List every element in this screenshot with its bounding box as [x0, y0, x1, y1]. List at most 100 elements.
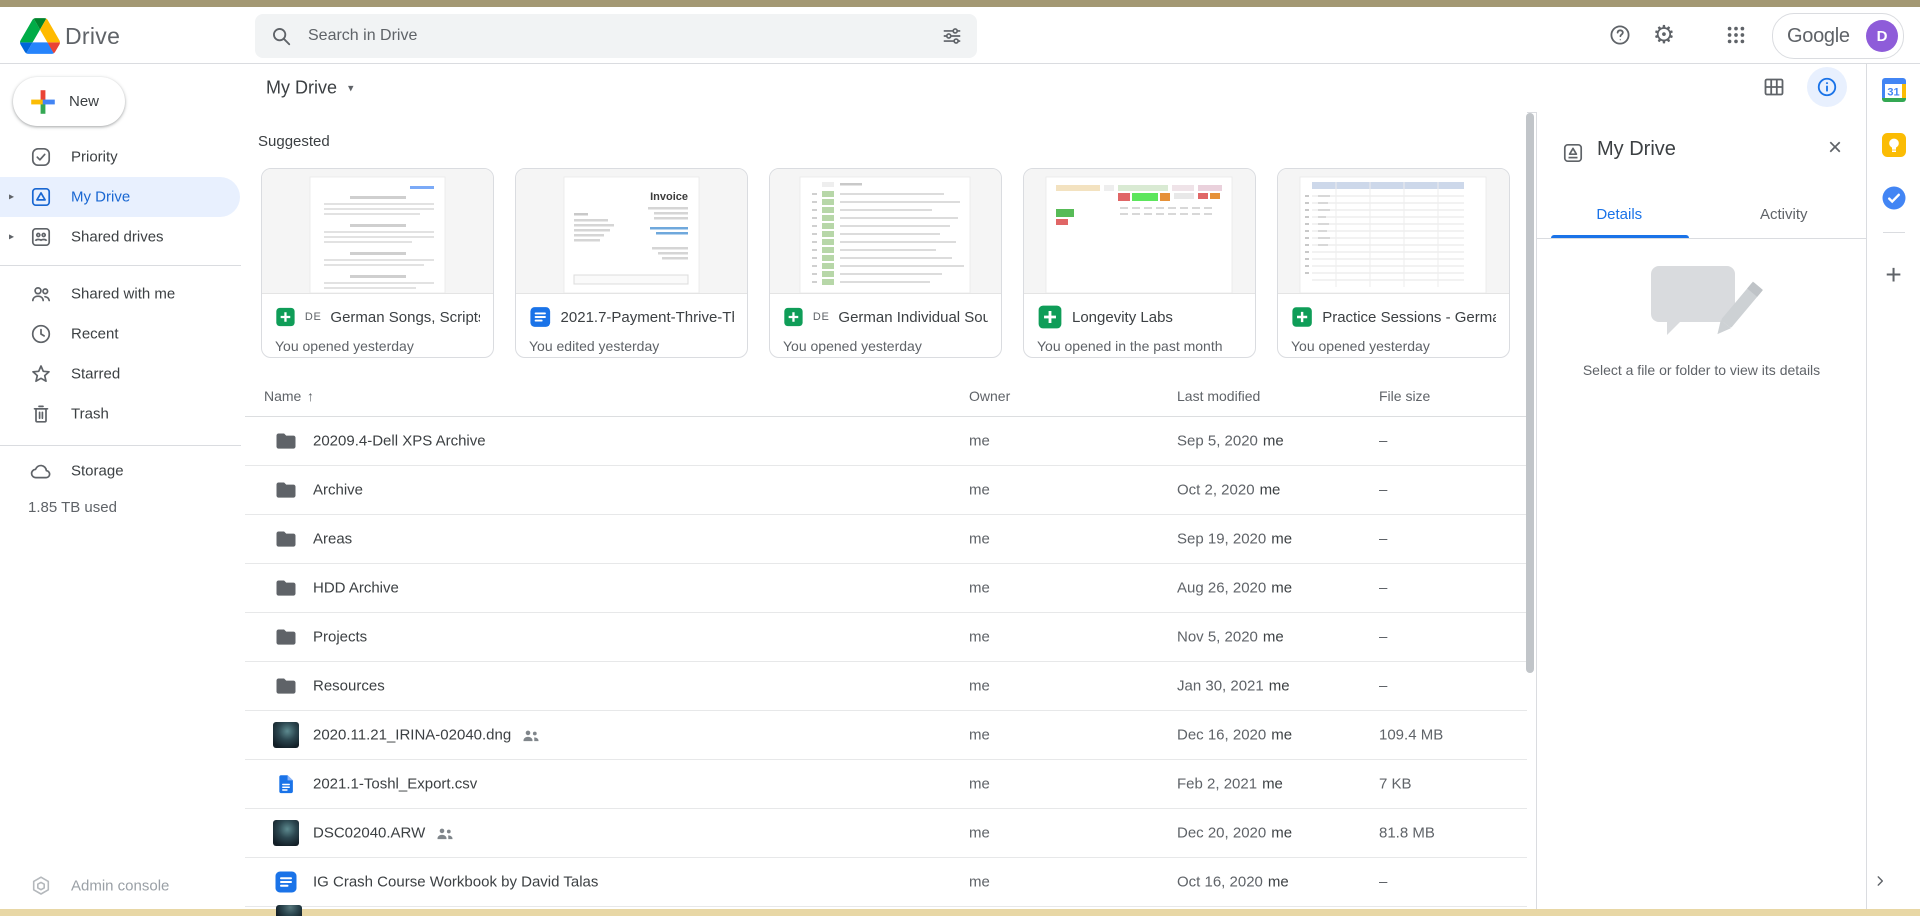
sidebar-item-trash[interactable]: Trash — [0, 394, 240, 434]
file-size: 109.4 MB — [1379, 727, 1443, 744]
file-row[interactable]: 20209.4-Dell XPS Archive me Sep 5, 2020m… — [245, 417, 1527, 466]
file-icon — [272, 770, 300, 798]
sheets-icon — [275, 304, 296, 330]
app-title: Drive — [65, 23, 120, 50]
svg-text:31: 31 — [1887, 87, 1899, 99]
card-title: 2021.7-Payment-Thrive-The... — [561, 309, 734, 326]
expand-arrow-icon[interactable]: ▸ — [9, 192, 14, 203]
sheets-icon — [1037, 304, 1063, 330]
breadcrumb[interactable]: My Drive ▾ — [266, 77, 354, 98]
sidebar-item-recent[interactable]: Recent — [0, 314, 240, 354]
file-modified: Sep 19, 2020me — [1177, 531, 1292, 548]
sidebar-item-storage[interactable]: Storage — [0, 451, 240, 491]
suggested-card[interactable]: DE German Individual Sound ... You opene… — [769, 168, 1002, 358]
tab-details[interactable]: Details — [1537, 198, 1702, 238]
sidebar-item-label: Storage — [71, 463, 124, 480]
suggested-heading: Suggested — [258, 133, 330, 150]
file-row[interactable]: 2020.11.21_IRINA-02040.dng me Dec 16, 20… — [245, 711, 1527, 760]
file-size: – — [1379, 482, 1387, 499]
search-icon[interactable] — [270, 25, 292, 47]
sidebar-item-my-drive[interactable]: ▸ My Drive — [0, 177, 240, 217]
file-size: – — [1379, 874, 1387, 891]
file-name: 2020.11.21_IRINA-02040.dng — [313, 727, 511, 744]
window-frame-strip-top — [0, 0, 1920, 7]
cloud-icon — [29, 459, 53, 483]
add-addon-icon[interactable]: + — [1885, 261, 1901, 289]
help-icon — [1608, 23, 1632, 47]
account-pill[interactable]: Google D — [1772, 13, 1904, 59]
grid-view-button[interactable] — [1754, 67, 1794, 107]
apps-grid-icon — [1725, 24, 1747, 46]
location-toolbar: My Drive ▾ — [245, 63, 1866, 113]
google-apps-button[interactable] — [1714, 13, 1758, 57]
sort-arrow-up-icon[interactable]: ↑ — [307, 388, 314, 404]
file-name: HDD Archive — [313, 580, 399, 597]
folder-icon — [272, 427, 300, 455]
new-button-label: New — [69, 93, 99, 110]
rail-divider — [1883, 232, 1905, 233]
card-thumbnail — [1024, 169, 1255, 293]
search-options-tune-icon[interactable] — [941, 25, 963, 47]
file-owner: me — [969, 629, 990, 646]
close-icon[interactable]: × — [1828, 136, 1842, 160]
settings-button[interactable]: ⚙ — [1642, 13, 1686, 57]
my-drive-icon — [29, 185, 53, 209]
sidebar-item-shared-drives[interactable]: ▸ Shared drives — [0, 217, 240, 257]
avatar[interactable]: D — [1866, 20, 1898, 52]
tab-activity[interactable]: Activity — [1702, 198, 1867, 238]
help-button[interactable] — [1598, 13, 1642, 57]
tasks-icon[interactable] — [1881, 185, 1907, 211]
file-row[interactable]: Areas me Sep 19, 2020me – — [245, 515, 1527, 564]
file-row[interactable]: HDD Archive me Aug 26, 2020me – — [245, 564, 1527, 613]
folder-icon — [272, 525, 300, 553]
new-button[interactable]: New — [13, 77, 125, 126]
card-subtitle: You opened yesterday — [783, 338, 988, 354]
grid-view-icon — [1762, 75, 1786, 99]
suggested-card[interactable]: Practice Sessions - German ... You opene… — [1277, 168, 1510, 358]
file-name: 2021.1-Toshl_Export.csv — [313, 776, 477, 793]
scrollbar[interactable] — [1526, 113, 1534, 673]
side-panel-rail: 31 + — [1866, 63, 1920, 916]
suggested-card[interactable]: DE German Songs, Scripts & ... You opene… — [261, 168, 494, 358]
suggested-card[interactable]: Longevity Labs You opened in the past mo… — [1023, 168, 1256, 358]
file-modified: Oct 2, 2020me — [1177, 482, 1280, 499]
file-name: IG Crash Course Workbook by David Talas — [313, 874, 598, 891]
file-row[interactable]: Resources me Jan 30, 2021me – — [245, 662, 1527, 711]
priority-icon — [29, 145, 53, 169]
file-name: Resources — [313, 678, 385, 695]
file-size: 7 KB — [1379, 776, 1412, 793]
file-row[interactable]: Archive me Oct 2, 2020me – — [245, 466, 1527, 515]
search-bar[interactable] — [255, 14, 977, 58]
info-icon — [1816, 76, 1838, 98]
file-name: Projects — [313, 629, 367, 646]
column-header-name[interactable]: Name — [264, 388, 301, 404]
file-name: Archive — [313, 482, 363, 499]
expand-arrow-icon[interactable]: ▸ — [9, 232, 14, 243]
search-input[interactable] — [306, 26, 941, 46]
file-row[interactable]: IG Crash Course Workbook by David Talas … — [245, 858, 1527, 907]
my-drive-icon — [1561, 141, 1585, 165]
column-header-size: File size — [1379, 388, 1430, 404]
drive-logo[interactable]: Drive — [20, 17, 120, 55]
chevron-down-icon[interactable]: ▾ — [348, 81, 354, 94]
card-footer: Practice Sessions - German ... You opene… — [1278, 293, 1509, 357]
file-row[interactable]: Projects me Nov 5, 2020me – — [245, 613, 1527, 662]
file-row[interactable]: 2021.1-Toshl_Export.csv me Feb 2, 2021me… — [245, 760, 1527, 809]
sidebar-item-shared-with-me[interactable]: Shared with me — [0, 274, 240, 314]
file-owner: me — [969, 531, 990, 548]
suggested-card[interactable]: Invoice 2021.7-Payment-Thrive-The... You… — [515, 168, 748, 358]
keep-icon[interactable] — [1881, 132, 1907, 158]
file-thumbnail-partial — [276, 905, 302, 916]
sidebar-item-starred[interactable]: Starred — [0, 354, 240, 394]
admin-console-link[interactable]: Admin console — [0, 868, 240, 904]
sidebar-item-priority[interactable]: Priority — [0, 137, 240, 177]
file-row[interactable]: DSC02040.ARW me Dec 20, 2020me 81.8 MB — [245, 809, 1527, 858]
calendar-icon[interactable]: 31 — [1881, 77, 1907, 103]
collapse-chevron-icon[interactable] — [1870, 871, 1890, 891]
file-owner: me — [969, 482, 990, 499]
details-info-button[interactable] — [1807, 67, 1847, 107]
file-owner: me — [969, 580, 990, 597]
google-logo: Google — [1787, 25, 1850, 48]
card-thumbnail — [770, 169, 1001, 293]
details-panel-header: My Drive × — [1537, 112, 1866, 192]
